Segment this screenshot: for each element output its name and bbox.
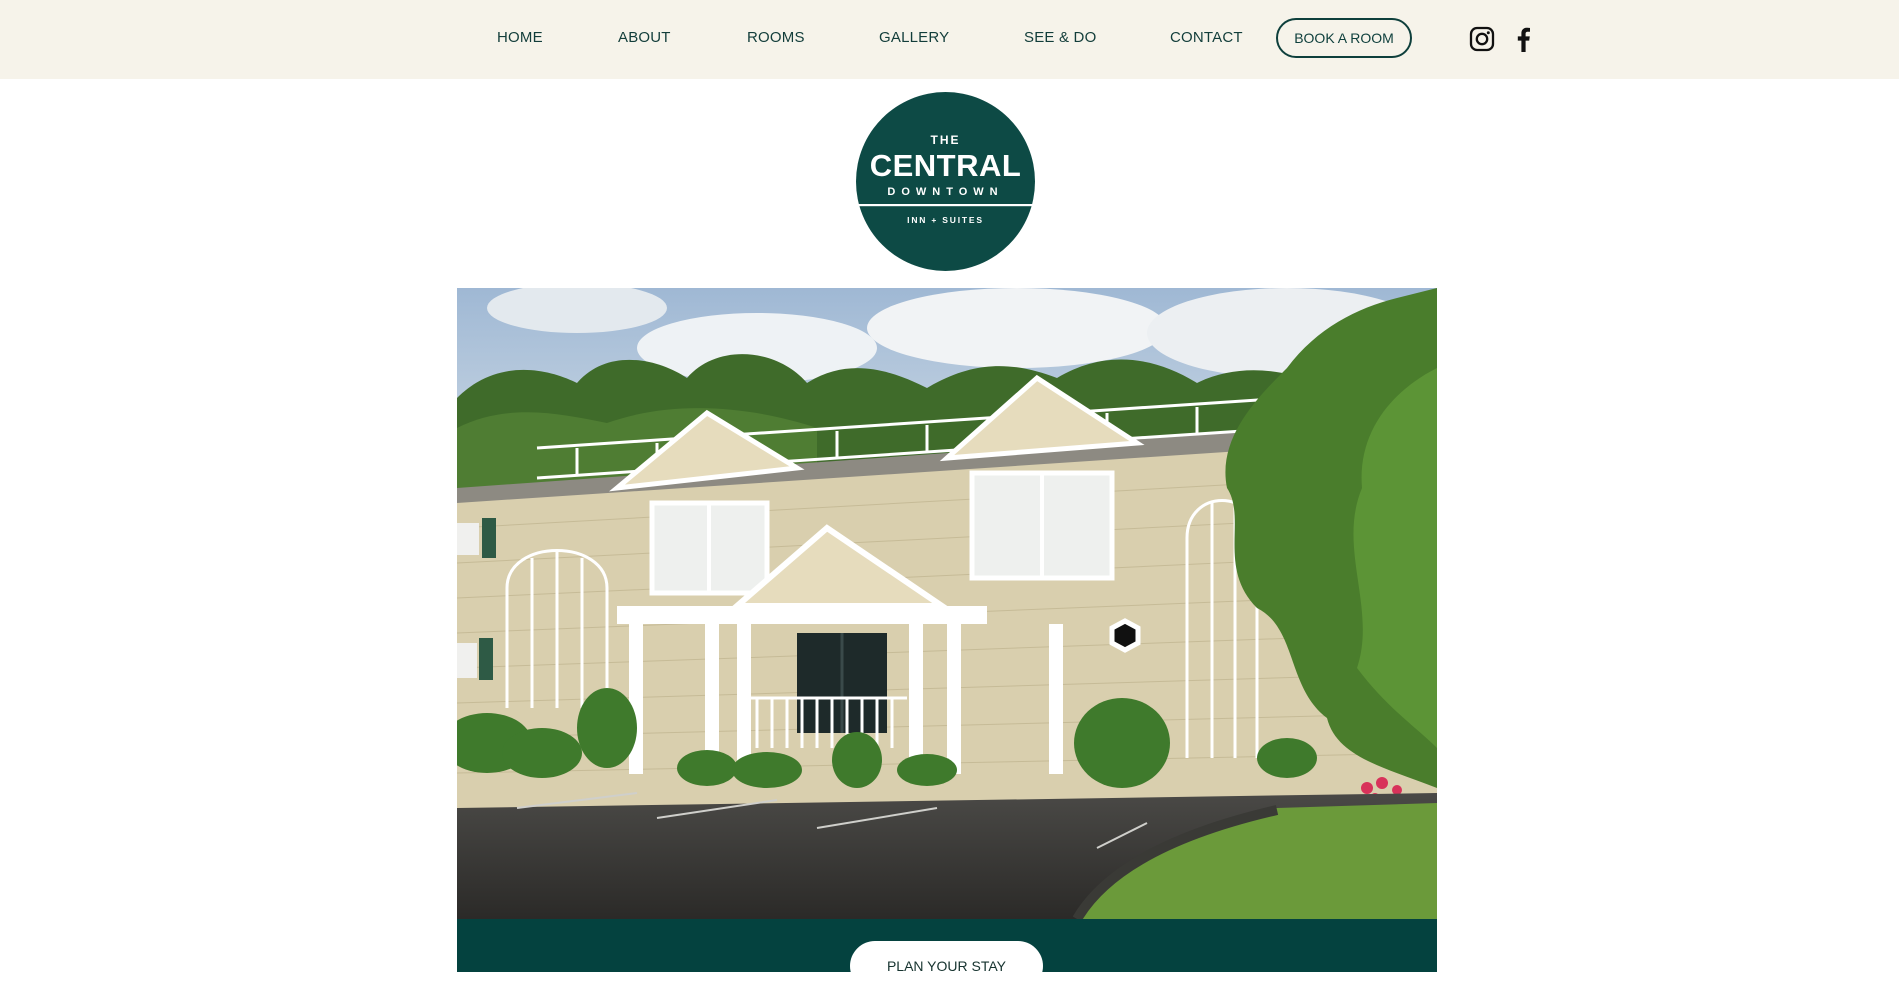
- top-navigation-bar: HOME ABOUT ROOMS GALLERY SEE & DO CONTAC…: [0, 0, 1899, 79]
- logo-divider: [856, 204, 1035, 207]
- logo-text-downtown: DOWNTOWN: [887, 186, 1003, 198]
- logo-text-inn-suites: INN + SUITES: [907, 215, 984, 225]
- book-a-room-button[interactable]: BOOK A ROOM: [1276, 18, 1412, 58]
- nav-about[interactable]: ABOUT: [618, 29, 671, 46]
- inn-logo[interactable]: THE CENTRAL DOWNTOWN INN + SUITES: [856, 92, 1035, 271]
- logo-text-the: THE: [931, 133, 961, 147]
- logo-text-central: CENTRAL: [870, 148, 1022, 183]
- instagram-icon[interactable]: [1469, 26, 1495, 52]
- plan-your-stay-button[interactable]: PLAN YOUR STAY: [850, 941, 1043, 991]
- nav-see-and-do[interactable]: SEE & DO: [1024, 29, 1096, 46]
- nav-gallery[interactable]: GALLERY: [879, 29, 949, 46]
- hero-image-inn-building: [457, 288, 1437, 919]
- nav-home[interactable]: HOME: [497, 29, 543, 46]
- nav-rooms[interactable]: ROOMS: [747, 29, 805, 46]
- nav-contact[interactable]: CONTACT: [1170, 29, 1243, 46]
- facebook-icon[interactable]: [1511, 26, 1537, 52]
